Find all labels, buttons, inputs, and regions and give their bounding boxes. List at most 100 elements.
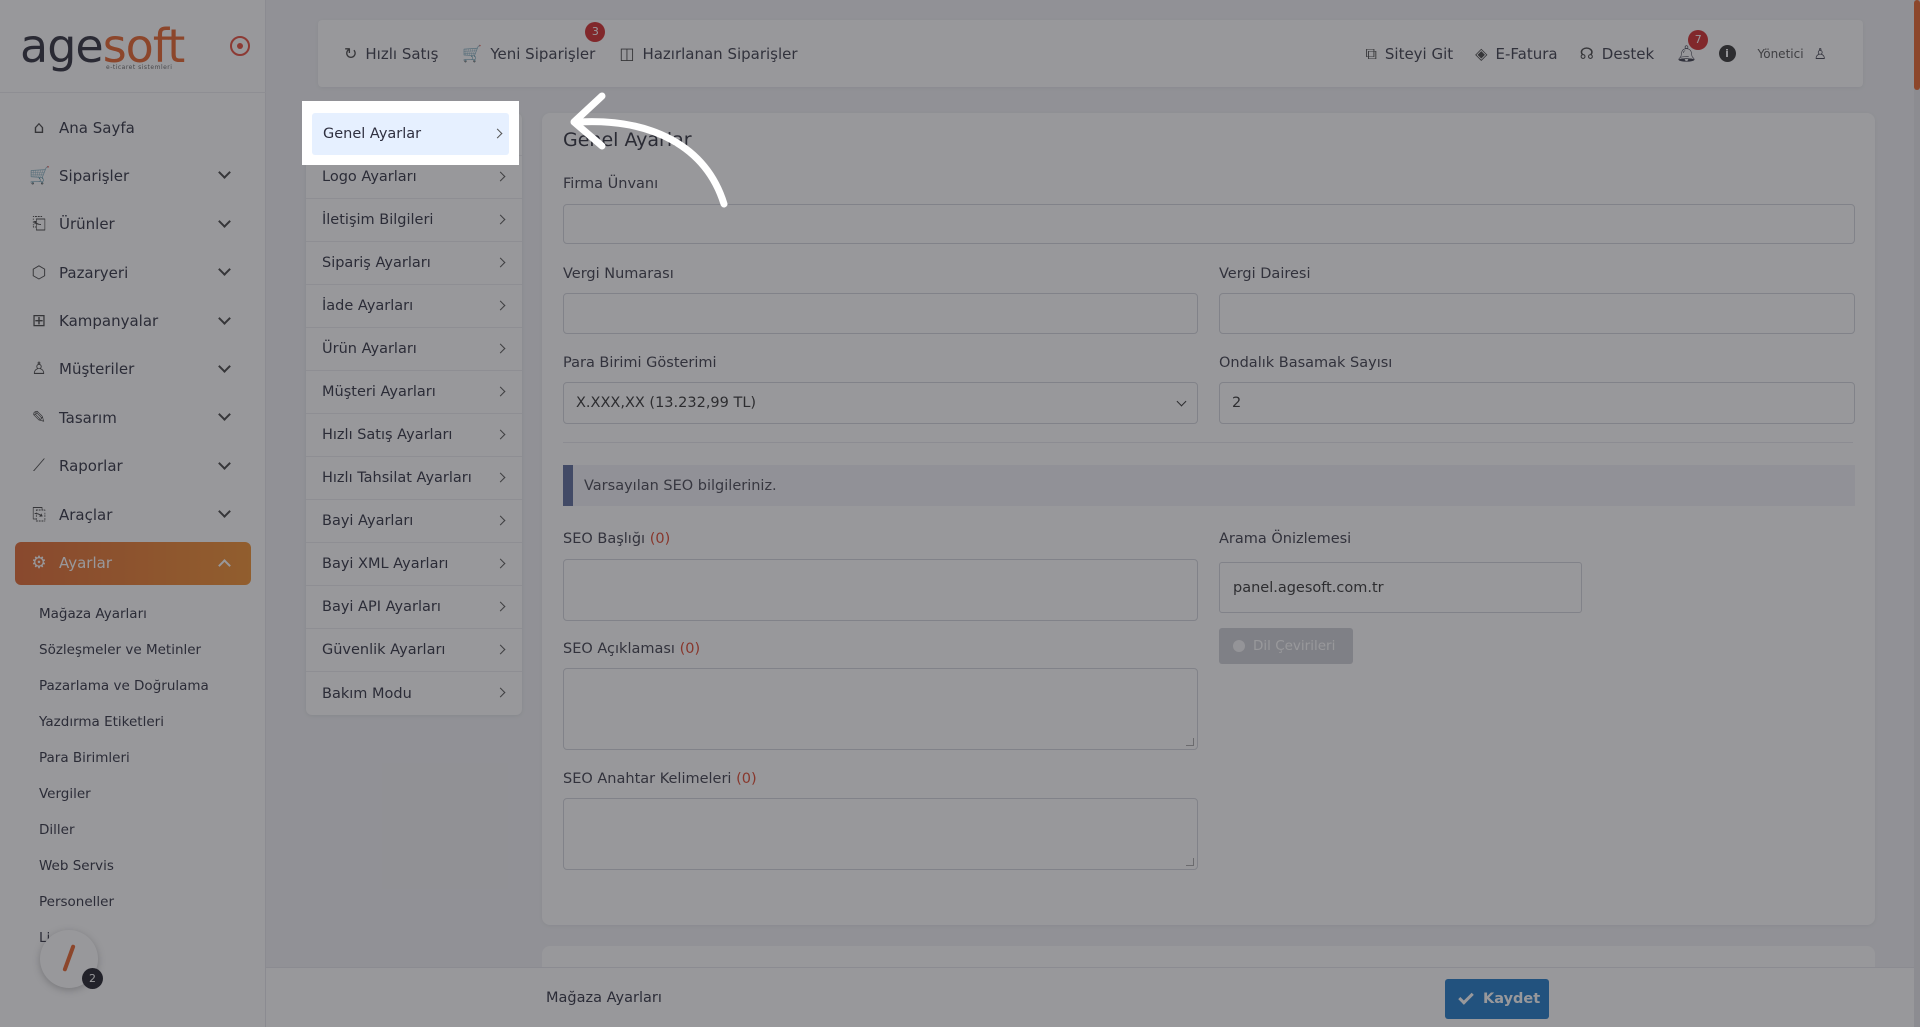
save-button[interactable]: Kaydet — [1445, 979, 1549, 1019]
settings-item-9[interactable]: Bayi Ayarları — [306, 500, 522, 543]
resize-handle-icon[interactable] — [1186, 738, 1194, 746]
sidebar-item-2[interactable]: ⎗ Ürünler — [15, 203, 251, 246]
top-link-0[interactable]: ↻ Hızlı Satış — [344, 44, 438, 63]
chevron-right-icon — [495, 257, 506, 268]
chevron-right-icon — [495, 601, 506, 612]
package-icon: ◫ — [619, 44, 635, 63]
chevron-right-icon — [495, 386, 506, 397]
box-icon: ⬡ — [31, 262, 47, 283]
para-birimi-select[interactable]: X.XXX,XX (13.232,99 TL) — [563, 382, 1198, 424]
sidebar-subitem-4[interactable]: Para Birimleri — [39, 740, 209, 776]
save-label: Kaydet — [1483, 991, 1541, 1007]
settings-item-13[interactable]: Bakım Modu — [306, 672, 522, 715]
chevron-up-icon — [218, 558, 231, 572]
settings-item-label: Güvenlik Ayarları — [322, 642, 446, 658]
user-label: Yönetici — [1757, 46, 1804, 61]
top-right-link-1[interactable]: ◈ E-Fatura — [1475, 44, 1557, 63]
chevron-down-icon — [218, 311, 231, 325]
basket-icon: ⊞ — [31, 311, 47, 332]
quick-sale-icon: ↻ — [344, 44, 358, 63]
settings-item-2[interactable]: İletişim Bilgileri — [306, 199, 522, 242]
notifications-button[interactable]: 🔔︎ 7 — [1676, 30, 1709, 63]
scrollbar-thumb[interactable] — [1914, 0, 1920, 90]
settings-item-3[interactable]: Sipariş Ayarları — [306, 242, 522, 285]
headset-icon: ☊ — [1579, 44, 1594, 63]
chart-icon: ⟋ — [33, 456, 45, 477]
sidebar-subnav: Mağaza Ayarları Sözleşmeler ve Metinler Pa… — [39, 596, 209, 956]
sidebar-item-label: Araçlar — [59, 505, 113, 524]
top-link-label: Yeni Siparişler — [490, 44, 596, 63]
sidebar-item-9[interactable]: ⚙ Ayarlar — [15, 541, 251, 585]
vergi-dairesi-input[interactable] — [1219, 293, 1855, 334]
top-link-2[interactable]: ◫ Hazırlanan Siparişler — [619, 44, 797, 63]
sidebar-nav: ⌂ Ana Sayfa 🛒 Siparişler ⎗ Ürünler ⬡ Pazaryeri ⊞… — [15, 106, 251, 590]
vergi-numarasi-input[interactable] — [563, 293, 1198, 334]
ondalik-input[interactable]: 2 — [1219, 382, 1855, 424]
user-menu[interactable]: Yönetici ♙ — [1758, 45, 1828, 63]
settings-item-7[interactable]: Hızlı Satış Ayarları — [306, 414, 522, 457]
seo-aciklama-textarea[interactable] — [563, 668, 1198, 750]
settings-item-label: Hızlı Tahsilat Ayarları — [322, 470, 472, 486]
translations-button[interactable]: Dil Çevirileri — [1219, 628, 1353, 664]
sidebar-item-label: Raporlar — [59, 457, 123, 476]
chevron-down-icon — [218, 166, 231, 180]
resize-handle-icon[interactable] — [1186, 858, 1194, 866]
seo-info-alert: Varsayılan SEO bilgileriniz. — [563, 465, 1855, 506]
help-logo-icon — [62, 944, 76, 972]
settings-item-5[interactable]: Ürün Ayarları — [306, 328, 522, 371]
top-right-link-label: Siteyi Git — [1384, 44, 1454, 63]
bottom-title: Mağaza Ayarları — [546, 990, 662, 1006]
settings-item-label: İade Ayarları — [322, 298, 414, 314]
sidebar-item-7[interactable]: ⟋ Raporlar — [15, 445, 251, 488]
settings-item-4[interactable]: İade Ayarları — [306, 285, 522, 328]
settings-item-10[interactable]: Bayi XML Ayarları — [306, 543, 522, 586]
sidebar-subitem-3[interactable]: Yazdırma Etiketleri — [39, 704, 209, 740]
top-links: ↻ Hızlı Satış 🛒 Yeni Siparişler 3 ◫ Hazırlanan… — [344, 20, 798, 87]
seo-anahtar-textarea[interactable] — [563, 798, 1198, 870]
settings-item-12[interactable]: Güvenlik Ayarları — [306, 629, 522, 672]
seo-baslik-count: (0) — [649, 531, 671, 547]
sidebar-subitem-5[interactable]: Vergiler — [39, 776, 209, 812]
sidebar-item-4[interactable]: ⊞ Kampanyalar — [15, 300, 251, 343]
settings-item-6[interactable]: Müşteri Ayarları — [306, 371, 522, 414]
top-right-links: ⧉ Siteyi Git ◈ E-Fatura ☊ Destek 🔔︎ 7 i Yönet… — [1365, 20, 1827, 87]
pin-sidebar-icon[interactable] — [230, 36, 250, 56]
settings-item-label: Bakım Modu — [322, 685, 412, 702]
chevron-right-icon — [495, 343, 506, 354]
top-right-link-label: Destek — [1601, 44, 1655, 63]
top-right-link-2[interactable]: ☊ Destek — [1580, 44, 1655, 63]
settings-item-label: Ürün Ayarları — [322, 341, 417, 357]
top-right-link-0[interactable]: ⧉ Siteyi Git — [1365, 44, 1453, 64]
sidebar-item-6[interactable]: ✎ Tasarım — [15, 396, 251, 439]
sidebar-subitem-7[interactable]: Web Servis — [39, 848, 209, 884]
sidebar-item-label: Tasarım — [59, 408, 117, 427]
seo-baslik-input[interactable] — [563, 559, 1198, 621]
logo-tagline: e-ticaret sistemleri — [106, 64, 173, 71]
sidebar-subitem-6[interactable]: Diller — [39, 812, 209, 848]
settings-item-11[interactable]: Bayi API Ayarları — [306, 586, 522, 629]
sidebar-item-5[interactable]: ♙ Müşteriler — [15, 348, 251, 391]
sidebar-divider — [0, 92, 266, 93]
gear-icon: ⚙ — [31, 553, 47, 574]
logo[interactable]: agesoft e-ticaret sistemleri — [20, 20, 200, 72]
chevron-right-icon — [495, 214, 506, 225]
sidebar-subitem-0[interactable]: Mağaza Ayarları — [39, 596, 209, 632]
vergi-dairesi-label: Vergi Dairesi — [1219, 266, 1311, 282]
settings-item-8[interactable]: Hızlı Tahsilat Ayarları — [306, 457, 522, 500]
scrollbar[interactable] — [1914, 0, 1920, 1027]
sidebar-subitem-2[interactable]: Pazarlama ve Doğrulama — [39, 668, 209, 704]
sidebar-item-1[interactable]: 🛒 Siparişler — [15, 154, 251, 197]
chevron-right-icon — [495, 515, 506, 526]
top-bar: ↻ Hızlı Satış 🛒 Yeni Siparişler 3 ◫ Hazırlanan… — [318, 20, 1863, 87]
sidebar-subitem-8[interactable]: Personeller — [39, 884, 209, 920]
sidebar-subitem-1[interactable]: Sözleşmeler ve Metinler — [39, 632, 209, 668]
translations-label: Dil Çevirileri — [1253, 638, 1336, 654]
sidebar-item-3[interactable]: ⬡ Pazaryeri — [15, 251, 251, 294]
info-icon[interactable]: i — [1718, 45, 1736, 62]
firma-unvani-input[interactable] — [563, 204, 1855, 244]
top-link-1[interactable]: 🛒 Yeni Siparişler 3 — [462, 22, 606, 63]
settings-item-genel-ayarlar-highlighted[interactable]: Genel Ayarlar — [312, 113, 509, 155]
sidebar-item-0[interactable]: ⌂ Ana Sayfa — [15, 106, 251, 149]
sidebar-item-label: Ayarlar — [59, 554, 113, 573]
sidebar-item-8[interactable]: ⎘ Araçlar — [15, 493, 251, 536]
